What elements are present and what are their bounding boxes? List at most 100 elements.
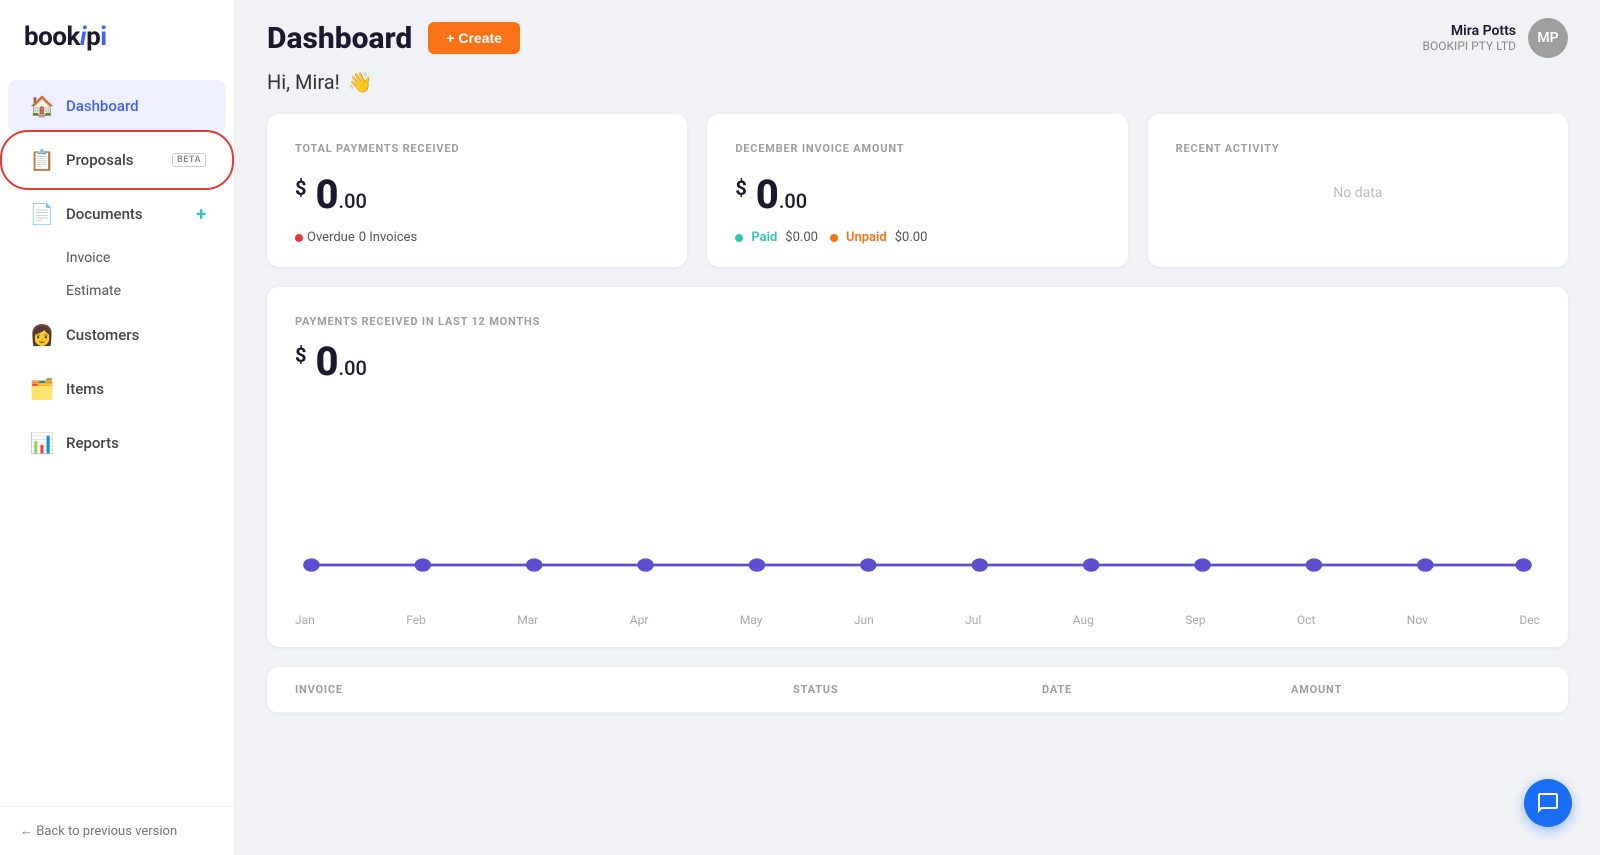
sidebar-item-reports[interactable]: 📊 Reports [8, 417, 226, 469]
dollar-sign: $ [735, 176, 746, 200]
chart-label-dec: Dec [1519, 613, 1540, 627]
overdue-info: Overdue 0 Invoices [295, 230, 659, 245]
recent-activity-card: RECENT ACTIVITY No data [1148, 114, 1568, 267]
col-invoice: INVOICE [295, 683, 793, 696]
sidebar-item-label: Proposals [66, 151, 168, 169]
overdue-value: 0 Invoices [359, 230, 417, 245]
recent-activity-title: RECENT ACTIVITY [1176, 142, 1540, 155]
chart-container [295, 405, 1540, 605]
proposals-wrapper: 📋 Proposals BETA [8, 134, 226, 186]
amount-whole: 0 [756, 171, 779, 218]
amount-cents: .00 [339, 356, 367, 380]
estimate-label: Estimate [66, 283, 121, 299]
items-icon: 🗂️ [28, 375, 56, 403]
chat-icon [1536, 791, 1560, 815]
table-header: INVOICE STATUS DATE AMOUNT [267, 667, 1568, 713]
chart-labels: Jan Feb Mar Apr May Jun Jul Aug Sep Oct … [295, 605, 1540, 627]
amount-whole: 0 [315, 338, 338, 385]
chart-label-may: May [740, 613, 763, 627]
sidebar: bookipi 🏠 Dashboard 📋 Proposals BETA 📄 D… [0, 0, 235, 855]
proposals-icon: 📋 [28, 146, 56, 174]
sidebar-item-customers[interactable]: 👩 Customers [8, 309, 226, 361]
dashboard-icon: 🏠 [28, 92, 56, 120]
dashboard-content: Hi, Mira! 👋 TOTAL PAYMENTS RECEIVED $ 0.… [235, 70, 1600, 855]
sidebar-item-documents[interactable]: 📄 Documents + [8, 188, 226, 240]
december-title: DECEMBER INVOICE AMOUNT [735, 142, 1099, 155]
overdue-dot [295, 234, 303, 242]
col-amount: AMOUNT [1291, 683, 1540, 696]
summary-cards: TOTAL PAYMENTS RECEIVED $ 0.00 Overdue 0… [267, 114, 1568, 267]
greeting-text: Hi, Mira! [267, 70, 340, 94]
sidebar-item-proposals[interactable]: 📋 Proposals BETA [8, 134, 226, 186]
december-amount: $ 0.00 [735, 171, 1099, 218]
dollar-sign: $ [295, 176, 306, 200]
user-name: Mira Potts [1423, 23, 1517, 39]
payments-chart-card: PAYMENTS RECEIVED IN LAST 12 MONTHS $ 0.… [267, 287, 1568, 647]
chart-label-jun: Jun [854, 613, 874, 627]
customers-icon: 👩 [28, 321, 56, 349]
logo: bookipi [0, 0, 234, 70]
chart-label-jul: Jul [965, 613, 981, 627]
greeting-emoji: 👋 [348, 70, 373, 94]
amount-cents: .00 [779, 189, 807, 213]
invoice-table-card: INVOICE STATUS DATE AMOUNT [267, 667, 1568, 713]
chart-label-aug: Aug [1073, 613, 1094, 627]
unpaid-dot [830, 234, 838, 242]
paid-unpaid-info: Paid $0.00 Unpaid $0.00 [735, 230, 1099, 245]
dollar-sign: $ [295, 343, 306, 367]
total-payments-amount: $ 0.00 [295, 171, 659, 218]
avatar[interactable]: MP [1528, 18, 1568, 58]
chart-label-apr: Apr [630, 613, 649, 627]
sidebar-item-label: Dashboard [66, 97, 206, 115]
sidebar-item-label: Reports [66, 434, 206, 452]
app-name: bookipi [24, 22, 107, 52]
beta-badge: BETA [172, 153, 206, 167]
reports-icon: 📊 [28, 429, 56, 457]
chart-title: PAYMENTS RECEIVED IN LAST 12 MONTHS [295, 315, 1540, 328]
user-company: BOOKIPI PTY LTD [1423, 39, 1517, 53]
paid-label: Paid [751, 230, 777, 245]
amount-whole: 0 [315, 171, 338, 218]
greeting: Hi, Mira! 👋 [267, 70, 1568, 94]
sidebar-nav: 🏠 Dashboard 📋 Proposals BETA 📄 Documents… [0, 70, 234, 806]
chart-label-oct: Oct [1297, 613, 1315, 627]
page-title: Dashboard [267, 21, 412, 56]
total-payments-title: TOTAL PAYMENTS RECEIVED [295, 142, 659, 155]
back-to-previous[interactable]: ← Back to previous version [0, 806, 234, 855]
line-chart [295, 405, 1540, 605]
sidebar-item-label: Documents [66, 205, 196, 223]
chart-label-jan: Jan [295, 613, 315, 627]
col-status: STATUS [793, 683, 1042, 696]
create-button[interactable]: + Create [428, 22, 520, 54]
sidebar-item-label: Customers [66, 326, 206, 344]
user-info: Mira Potts BOOKIPI PTY LTD [1423, 23, 1517, 53]
chat-button[interactable] [1524, 779, 1572, 827]
back-label: ← Back to previous version [20, 824, 177, 839]
chart-label-nov: Nov [1407, 613, 1428, 627]
chart-amount: $ 0.00 [295, 338, 1540, 385]
paid-dot [735, 234, 743, 242]
chart-label-mar: Mar [517, 613, 538, 627]
sidebar-item-items[interactable]: 🗂️ Items [8, 363, 226, 415]
add-document-button[interactable]: + [196, 204, 206, 225]
chart-label-feb: Feb [406, 613, 426, 627]
main-content: Dashboard + Create Mira Potts BOOKIPI PT… [235, 0, 1600, 855]
col-date: DATE [1042, 683, 1291, 696]
page-header: Dashboard + Create Mira Potts BOOKIPI PT… [235, 0, 1600, 70]
chart-label-sep: Sep [1185, 613, 1205, 627]
sidebar-item-dashboard[interactable]: 🏠 Dashboard [8, 80, 226, 132]
sidebar-item-estimate[interactable]: Estimate [8, 275, 226, 307]
amount-cents: .00 [339, 189, 367, 213]
december-invoice-card: DECEMBER INVOICE AMOUNT $ 0.00 Paid $0.0… [707, 114, 1127, 267]
unpaid-label: Unpaid [846, 230, 887, 245]
sidebar-item-invoice[interactable]: Invoice [8, 242, 226, 274]
total-payments-card: TOTAL PAYMENTS RECEIVED $ 0.00 Overdue 0… [267, 114, 687, 267]
header-right: Mira Potts BOOKIPI PTY LTD MP [1423, 18, 1569, 58]
documents-icon: 📄 [28, 200, 56, 228]
overdue-label: Overdue [307, 230, 355, 245]
invoice-label: Invoice [66, 250, 110, 266]
sidebar-item-label: Items [66, 380, 206, 398]
paid-value: $0.00 [785, 230, 818, 245]
unpaid-value: $0.00 [895, 230, 928, 245]
recent-activity-empty: No data [1176, 185, 1540, 201]
